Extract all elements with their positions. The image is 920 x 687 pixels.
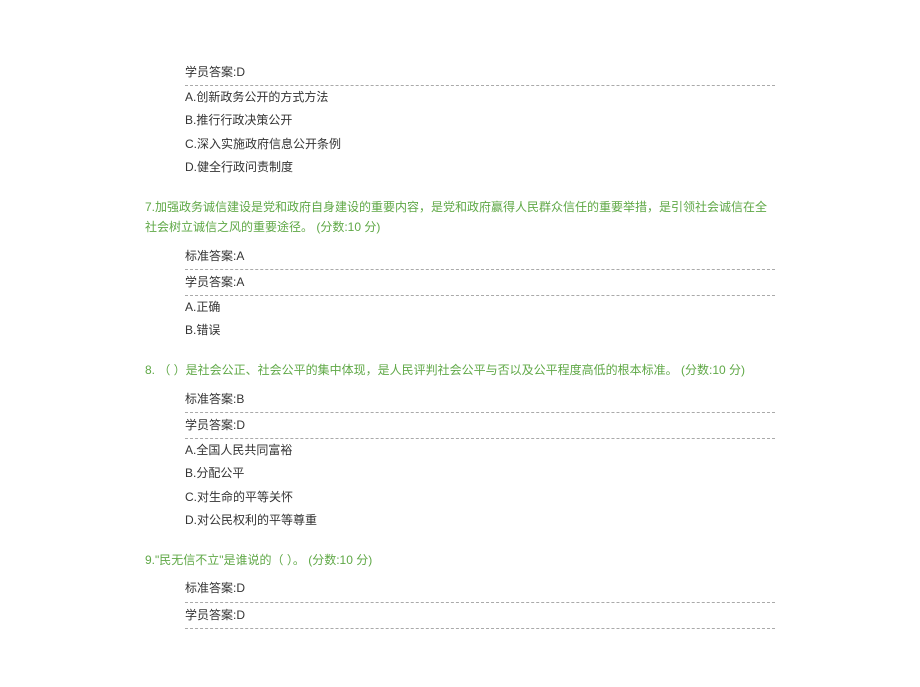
option-q6-c: C.深入实施政府信息公开条例: [185, 133, 775, 156]
standard-answer-q7: 标准答案:A: [185, 244, 775, 270]
option-q8-c: C.对生命的平等关怀: [185, 486, 775, 509]
standard-answer-q8: 标准答案:B: [185, 387, 775, 413]
option-q6-d: D.健全行政问责制度: [185, 156, 775, 179]
student-answer-q9: 学员答案:D: [185, 603, 775, 629]
question-8-title: 8. （ ）是社会公正、社会公平的集中体现，是人民评判社会公平与否以及公平程度高…: [145, 360, 775, 380]
student-answer-q8: 学员答案:D: [185, 413, 775, 439]
option-q8-b: B.分配公平: [185, 462, 775, 485]
option-q6-a: A.创新政务公开的方式方法: [185, 86, 775, 109]
standard-answer-q9: 标准答案:D: [185, 576, 775, 602]
option-q6-b: B.推行行政决策公开: [185, 109, 775, 132]
question-8-answers: 标准答案:B 学员答案:D A.全国人民共同富裕 B.分配公平 C.对生命的平等…: [185, 387, 775, 532]
question-7-answers: 标准答案:A 学员答案:A A.正确 B.错误: [185, 244, 775, 343]
option-q7-a: A.正确: [185, 296, 775, 319]
option-q8-d: D.对公民权利的平等尊重: [185, 509, 775, 532]
question-6-answers: 学员答案:D A.创新政务公开的方式方法 B.推行行政决策公开 C.深入实施政府…: [185, 60, 775, 179]
option-q8-a: A.全国人民共同富裕: [185, 439, 775, 462]
question-7-title: 7.加强政务诚信建设是党和政府自身建设的重要内容，是党和政府赢得人民群众信任的重…: [145, 197, 775, 238]
question-9-answers: 标准答案:D 学员答案:D: [185, 576, 775, 628]
question-9-title: 9."民无信不立"是谁说的（ ）。 (分数:10 分): [145, 550, 775, 570]
option-q7-b: B.错误: [185, 319, 775, 342]
student-answer-q7: 学员答案:A: [185, 270, 775, 296]
student-answer-q6: 学员答案:D: [185, 60, 775, 86]
